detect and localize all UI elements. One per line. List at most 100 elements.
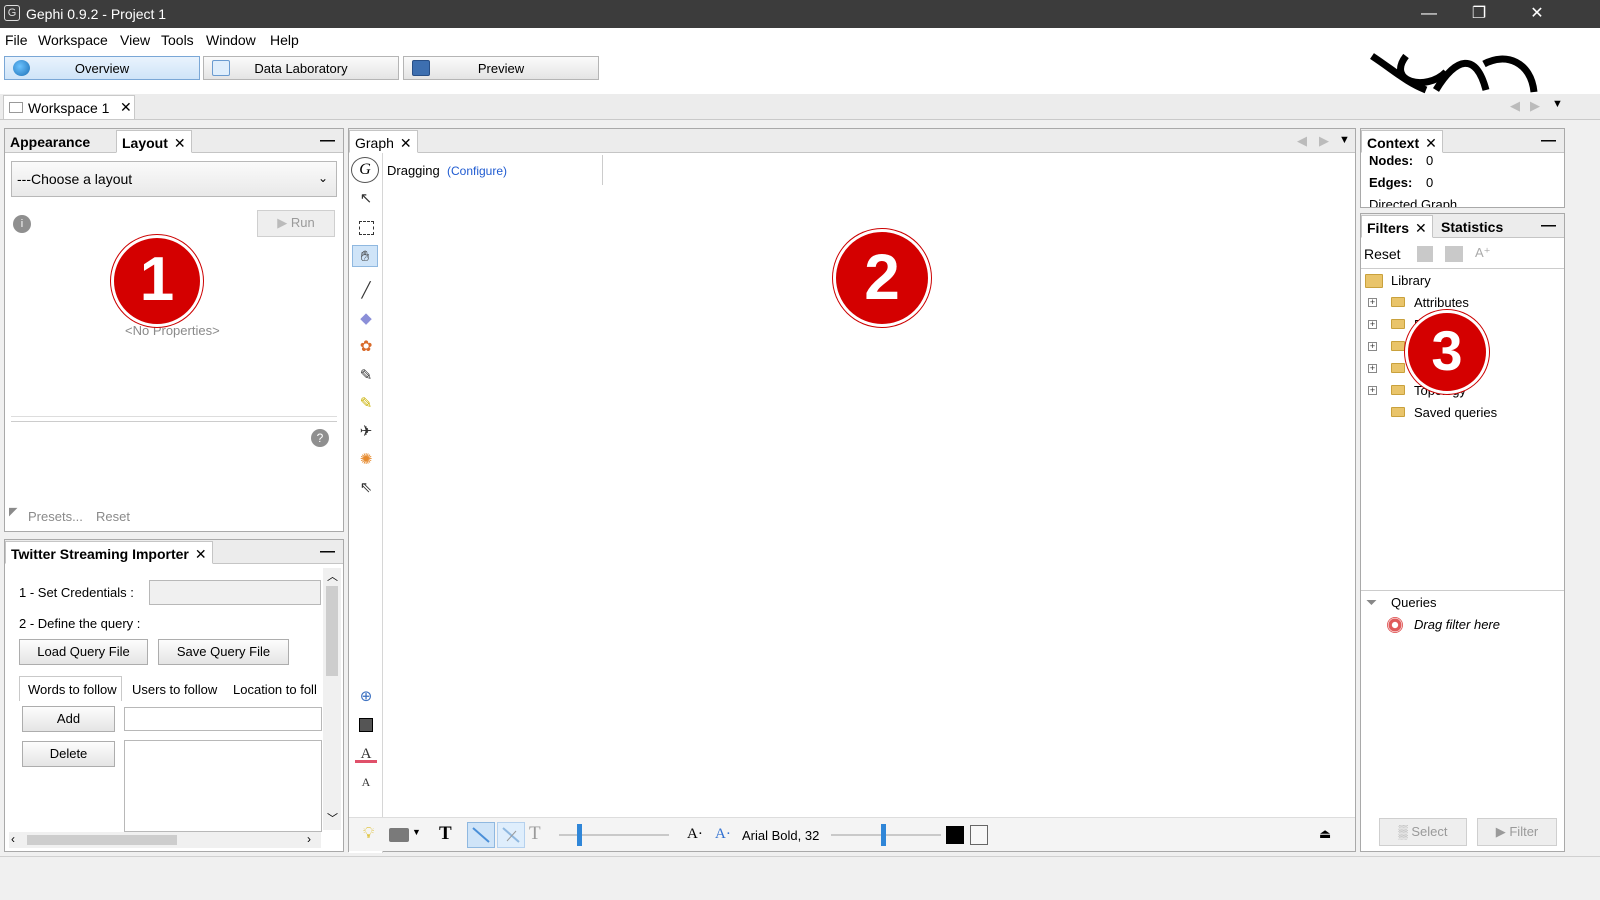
tree-item-attributes[interactable]: Attributes [1414,295,1469,310]
font-color-icon[interactable]: A· [715,826,731,843]
tab-layout[interactable]: Layout ✕ [116,130,192,153]
scroll-down-icon[interactable]: ﹀ [327,810,338,826]
diamond-icon[interactable]: ◆ [355,308,377,330]
minimize-button[interactable]: — [1406,0,1452,28]
tab-context[interactable]: Context ✕ [1361,130,1443,153]
brush-icon[interactable]: ╱ [355,280,377,302]
drag-hand-icon[interactable]: ✋︎ [352,245,378,267]
close-icon[interactable]: ✕ [400,135,412,151]
tree-item-saved-queries[interactable]: Saved queries [1414,405,1497,420]
expand-icon[interactable]: + [1368,320,1377,329]
scroll-thumb[interactable] [27,835,177,845]
tab-words-to-follow[interactable]: Words to follow [19,676,122,701]
label-color-icon[interactable]: A [355,743,377,763]
tab-statistics[interactable]: Statistics [1436,215,1508,238]
scroll-right-icon[interactable]: › [307,832,311,846]
restore-button[interactable]: ❐ [1456,0,1502,28]
font-label[interactable]: Arial Bold, 32 [742,828,819,843]
minimize-panel-icon[interactable]: — [1541,217,1556,234]
select-button[interactable]: ▒ Select [1379,818,1467,846]
pointer-icon[interactable]: ↖ [355,188,377,210]
menu-help[interactable]: Help [270,32,299,48]
load-query-file-button[interactable]: Load Query File [19,639,148,665]
export-icon[interactable] [1417,246,1433,262]
expand-icon[interactable]: ⏏ [1319,826,1331,842]
edge-color-icon[interactable] [497,822,525,848]
delete-button[interactable]: Delete [22,741,115,767]
minimize-panel-icon[interactable]: — [320,543,335,560]
background-color-icon[interactable] [355,714,377,736]
clipboard-icon[interactable] [970,825,988,845]
scroll-right-icon[interactable]: ▶ [1319,133,1329,149]
font-size-icon[interactable]: A· [687,826,703,843]
scroll-left-icon[interactable]: ◀ [1297,133,1307,149]
scroll-thumb[interactable] [326,586,338,676]
menu-window[interactable]: Window [206,32,256,48]
label-font-icon[interactable]: A [355,771,377,793]
lightbulb-icon[interactable]: 💡︎ [363,825,374,843]
preview-button[interactable]: Preview [403,56,599,80]
edges-toggle-icon[interactable] [467,822,495,848]
screenshot-icon[interactable] [389,828,409,842]
menu-workspace[interactable]: Workspace [38,32,108,48]
airplane-icon[interactable]: ✈ [355,421,377,443]
pointer-question-icon[interactable]: ⇖ [355,477,377,499]
reset-link[interactable]: Reset [96,509,130,524]
add-button[interactable]: Add [22,706,115,732]
overview-button[interactable]: Overview [4,56,200,80]
show-labels-icon[interactable]: T [439,823,452,845]
close-icon[interactable]: ✕ [174,135,186,151]
dropdown-icon[interactable]: ▼ [1552,98,1563,110]
close-icon[interactable]: ✕ [1425,135,1437,151]
close-window-button[interactable]: ✕ [1514,0,1560,28]
edge-scale-slider[interactable] [559,834,669,836]
save-icon[interactable] [1445,246,1463,262]
auto-refresh-icon[interactable]: A⁺ [1475,245,1491,261]
horizontal-scrollbar[interactable]: ‹ › [9,832,321,848]
close-icon[interactable]: ✕ [120,99,132,116]
run-button[interactable]: ▶ Run [257,210,335,237]
tab-location-to-follow[interactable]: Location to foll [227,678,322,701]
scroll-left-icon[interactable]: ◀ [1510,98,1520,114]
close-icon[interactable]: ✕ [195,546,207,562]
workspace-tab[interactable]: Workspace 1 ✕ [3,95,135,119]
word-input[interactable] [124,707,322,731]
label-size-icon[interactable]: T [529,823,541,845]
expand-icon[interactable]: + [1368,342,1377,351]
tab-appearance[interactable]: Appearance [5,130,95,153]
menu-view[interactable]: View [120,32,150,48]
close-icon[interactable]: ✕ [1415,220,1427,236]
zoom-icon[interactable]: ⊕ [355,686,377,708]
gephi-tool-icon[interactable]: G [351,157,379,183]
tab-filters[interactable]: Filters ✕ [1361,215,1433,238]
chevron-down-icon[interactable]: ▼ [412,827,421,837]
text-color-swatch[interactable] [946,826,964,844]
slider-thumb[interactable] [577,824,582,846]
expand-icon[interactable]: + [1368,298,1377,307]
minimize-panel-icon[interactable]: — [320,132,335,149]
data-laboratory-button[interactable]: Data Laboratory [203,56,399,80]
dropdown-icon[interactable]: ▼ [1339,134,1350,146]
scroll-left-icon[interactable]: ‹ [11,832,15,846]
words-list[interactable] [124,740,322,832]
library-node[interactable]: Library [1391,273,1431,288]
filter-button[interactable]: ▶ Filter [1477,818,1557,846]
vertical-scrollbar[interactable]: ︿ ﹀ [323,568,341,830]
drag-filter-hint[interactable]: Drag filter here [1414,617,1500,632]
help-icon[interactable]: ? [311,429,329,447]
slider-thumb[interactable] [881,824,886,846]
scroll-up-icon[interactable]: ︿ [327,568,338,584]
pencil-icon[interactable]: ✎ [355,365,377,387]
tab-graph[interactable]: Graph ✕ [349,130,418,153]
heat-icon[interactable]: ✺ [355,449,377,471]
rectangle-select-icon[interactable] [355,217,377,239]
credentials-field[interactable] [149,580,321,605]
presets-link[interactable]: Presets... [28,509,83,524]
color-palette-icon[interactable]: ✿ [355,336,377,358]
configure-link[interactable]: (Configure) [447,164,507,178]
expand-icon[interactable]: + [1368,364,1377,373]
menu-file[interactable]: File [5,32,28,48]
tab-twitter-importer[interactable]: Twitter Streaming Importer ✕ [5,541,213,564]
layout-select[interactable]: ---Choose a layout ⌄ [11,161,337,197]
expand-icon[interactable]: + [1368,386,1377,395]
